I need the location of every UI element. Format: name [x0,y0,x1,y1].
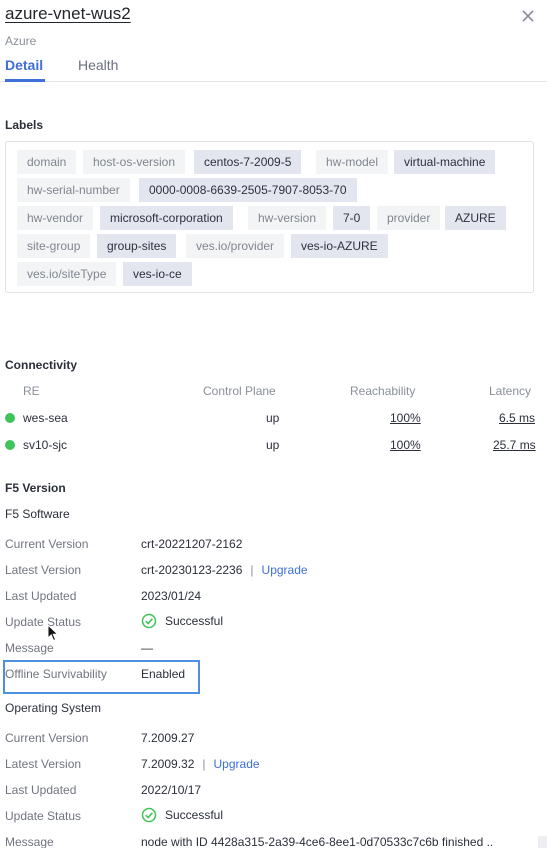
software-last-updated: 2023/01/24 [141,589,202,603]
label-key: host-os-version [83,150,186,174]
field-label: Current Version [5,537,89,551]
status-dot-icon [5,413,15,423]
field-label: Last Updated [5,783,77,797]
label-value: virtual-machine [394,150,496,174]
label-key: provider [377,206,441,230]
connectivity-section-title: Connectivity [5,358,78,372]
tab-bar: Detail Health [0,54,547,82]
software-message: — [141,641,153,655]
label-value: centos-7-2009-5 [194,150,302,174]
re-name: sv10-sjc [23,438,68,452]
label-key: hw-version [248,206,327,230]
os-latest-version: 7.2009.32 [141,757,195,771]
label-key: domain [17,150,77,174]
control-plane-status: up [266,411,280,425]
active-tab-indicator [5,79,45,82]
status-dot-icon [5,440,15,450]
column-header-latency: Latency [489,384,532,398]
update-status-text: Successful [165,614,224,628]
os-latest-version-row: 7.2009.32 | Upgrade [141,757,260,771]
update-status-text: Successful [165,808,224,822]
label-value: 7-0 [333,206,371,230]
re-name: wes-sea [23,411,68,425]
os-last-updated: 2022/10/17 [141,783,202,797]
latency-link[interactable]: 6.5 ms [499,411,535,425]
os-current-version: 7.2009.27 [141,731,195,745]
mouse-pointer-icon [47,624,59,642]
reachability-link[interactable]: 100% [390,438,421,452]
check-circle-icon [141,807,157,823]
field-label: Message [5,835,54,848]
label-value: group-sites [97,234,177,258]
field-label: Update Status [5,809,82,823]
label-key: hw-model [316,150,389,174]
tab-detail[interactable]: Detail [5,57,43,73]
label-key: hw-vendor [17,206,94,230]
divider: | [250,563,254,577]
reachability-link[interactable]: 100% [390,411,421,425]
label-value: ves-io-ce [123,262,192,286]
field-label: Message [5,641,54,655]
labels-box: domain host-os-version centos-7-2009-5 h… [5,141,534,293]
field-label: Offline Survivability [5,667,107,681]
software-current-version: crt-20221207-2162 [141,537,243,551]
label-value: microsoft-corporation [100,206,233,230]
field-label: Last Updated [5,589,77,603]
label-key: site-group [17,234,91,258]
software-latest-version: crt-20230123-2236 [141,563,243,577]
field-label: Update Status [5,615,82,629]
column-header-reachability: Reachability [350,384,416,398]
label-key: ves.io/siteType [17,262,117,286]
column-header-re: RE [23,384,40,398]
close-icon[interactable] [520,8,536,24]
labels-section-title: Labels [5,118,44,132]
f5-software-title: F5 Software [5,507,70,521]
divider: | [202,757,206,771]
label-key: hw-serial-number [17,178,130,202]
label-value: ves-io-AZURE [291,234,388,258]
scrollbar[interactable] [538,836,547,848]
os-update-status: Successful [141,807,223,823]
software-update-status: Successful [141,613,223,629]
check-circle-icon [141,613,157,629]
label-key: ves.io/provider [186,234,285,258]
control-plane-status: up [266,438,280,452]
f5-version-section-title: F5 Version [5,481,66,495]
column-header-control-plane: Control Plane [203,384,276,398]
os-message: node with ID 4428a315-2a39-4ce6-8ee1-0d7… [141,835,494,848]
latency-link[interactable]: 25.7 ms [493,438,536,452]
label-value: AZURE [445,206,506,230]
software-latest-version-row: crt-20230123-2236 | Upgrade [141,563,308,577]
operating-system-title: Operating System [5,701,102,715]
tab-health[interactable]: Health [78,57,118,73]
offline-survivability-value: Enabled [141,667,186,681]
field-label: Latest Version [5,563,82,577]
page-title[interactable]: azure-vnet-wus2 [5,4,131,24]
field-label: Current Version [5,731,89,745]
provider-subtitle: Azure [5,34,37,48]
os-upgrade-link[interactable]: Upgrade [214,757,260,771]
field-label: Latest Version [5,757,82,771]
label-value: 0000-0008-6639-2505-7907-8053-70 [139,178,357,202]
software-upgrade-link[interactable]: Upgrade [262,563,308,577]
